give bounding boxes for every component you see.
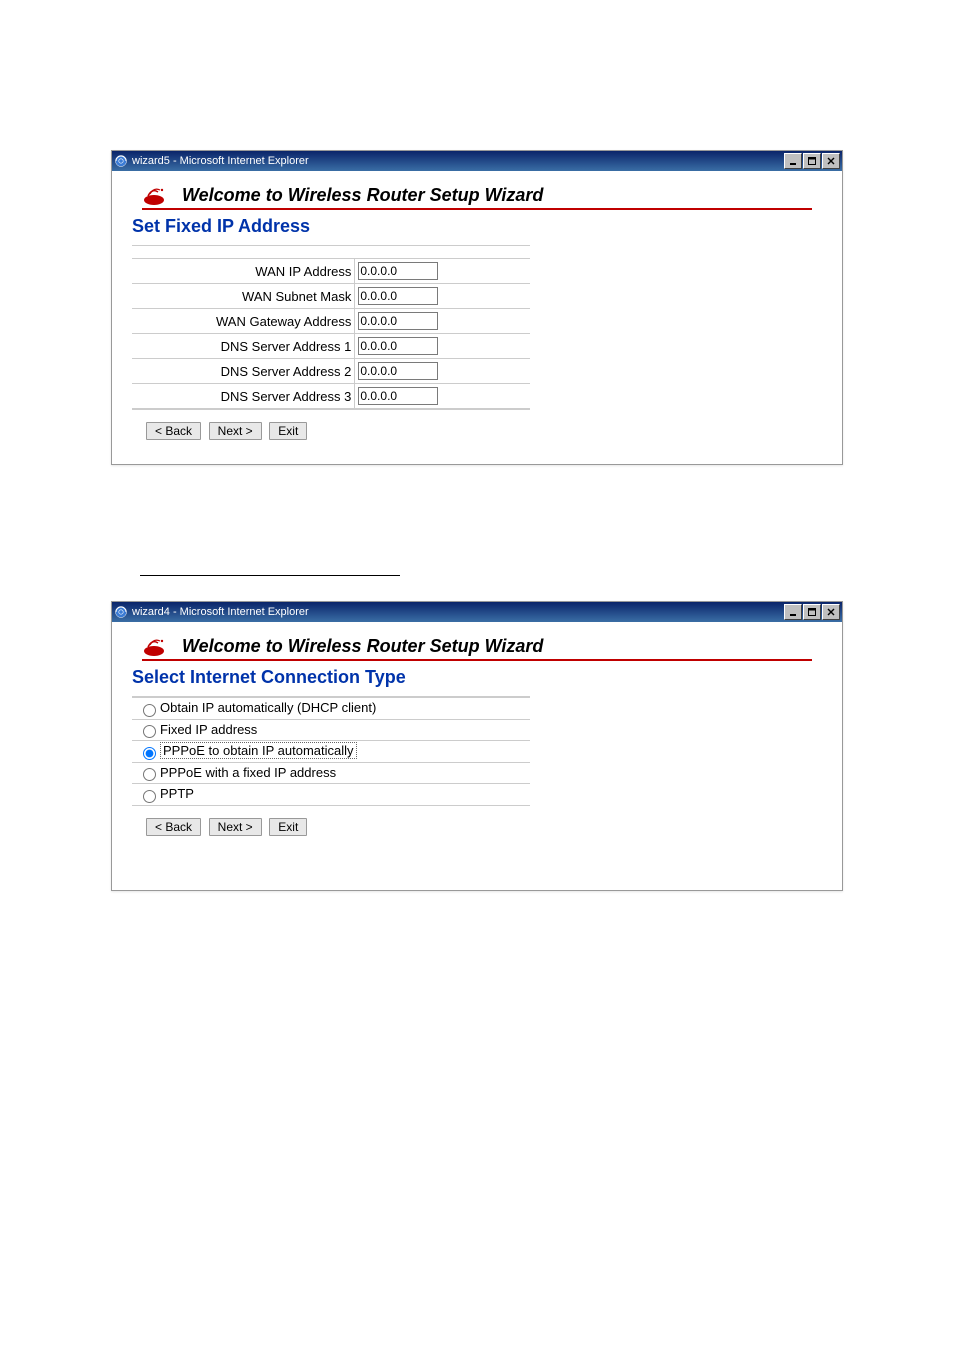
wan-gateway-input[interactable]	[358, 312, 438, 330]
option-pptp[interactable]: PPTP	[132, 784, 530, 806]
button-row: < Back Next > Exit	[132, 806, 530, 840]
close-button[interactable]	[822, 153, 840, 169]
row-dns1: DNS Server Address 1	[132, 334, 530, 359]
connection-type-form: Obtain IP automatically (DHCP client) Fi…	[132, 696, 530, 840]
page-divider	[140, 575, 400, 576]
button-row: < Back Next > Exit	[132, 409, 530, 444]
radio-fixed-ip[interactable]	[143, 725, 156, 738]
window-controls	[784, 604, 840, 620]
wizard-title: Welcome to Wireless Router Setup Wizard	[182, 185, 543, 206]
row-dns3: DNS Server Address 3	[132, 384, 530, 409]
section-title: Select Internet Connection Type	[122, 665, 832, 696]
titlebar: wizard4 - Microsoft Internet Explorer	[112, 602, 842, 622]
label-dns3: DNS Server Address 3	[132, 384, 355, 409]
option-fixed-ip[interactable]: Fixed IP address	[132, 719, 530, 741]
option-label: PPPoE with a fixed IP address	[160, 765, 336, 780]
radio-pppoe-fixed[interactable]	[143, 768, 156, 781]
dns2-input[interactable]	[358, 362, 438, 380]
exit-button[interactable]: Exit	[269, 818, 307, 836]
back-button[interactable]: < Back	[146, 818, 201, 836]
option-dhcp[interactable]: Obtain IP automatically (DHCP client)	[132, 698, 530, 720]
option-pppoe-fixed[interactable]: PPPoE with a fixed IP address	[132, 762, 530, 784]
next-button[interactable]: Next >	[209, 422, 262, 440]
router-logo-icon	[142, 637, 176, 657]
fixed-ip-form: WAN IP Address WAN Subnet Mask WAN Gatew…	[132, 245, 530, 444]
option-pppoe-auto[interactable]: PPPoE to obtain IP automatically	[132, 741, 530, 763]
option-label: PPTP	[160, 786, 194, 801]
wan-subnet-input[interactable]	[358, 287, 438, 305]
radio-pppoe-auto[interactable]	[143, 747, 156, 760]
wan-ip-input[interactable]	[358, 262, 438, 280]
label-dns2: DNS Server Address 2	[132, 359, 355, 384]
wizard5-window: wizard5 - Microsoft Internet Explorer We…	[111, 150, 843, 465]
dns3-input[interactable]	[358, 387, 438, 405]
window-controls	[784, 153, 840, 169]
radio-pptp[interactable]	[143, 790, 156, 803]
router-logo-icon	[142, 186, 176, 206]
wizard-header: Welcome to Wireless Router Setup Wizard	[122, 181, 832, 208]
wizard-content: Welcome to Wireless Router Setup Wizard …	[112, 171, 842, 464]
label-wan-subnet: WAN Subnet Mask	[132, 284, 355, 309]
row-wan-ip: WAN IP Address	[132, 259, 530, 284]
label-wan-ip: WAN IP Address	[132, 259, 355, 284]
option-label: PPPoE to obtain IP automatically	[160, 742, 357, 759]
option-label: Fixed IP address	[160, 722, 257, 737]
minimize-button[interactable]	[784, 153, 802, 169]
back-button[interactable]: < Back	[146, 422, 201, 440]
next-button[interactable]: Next >	[209, 818, 262, 836]
maximize-button[interactable]	[803, 604, 821, 620]
header-divider	[142, 659, 812, 661]
ie-icon	[114, 605, 128, 619]
exit-button[interactable]: Exit	[269, 422, 307, 440]
wizard-content: Welcome to Wireless Router Setup Wizard …	[112, 622, 842, 860]
ie-icon	[114, 154, 128, 168]
row-wan-gateway: WAN Gateway Address	[132, 309, 530, 334]
minimize-button[interactable]	[784, 604, 802, 620]
titlebar: wizard5 - Microsoft Internet Explorer	[112, 151, 842, 171]
window-title: wizard5 - Microsoft Internet Explorer	[132, 155, 784, 167]
row-dns2: DNS Server Address 2	[132, 359, 530, 384]
label-wan-gateway: WAN Gateway Address	[132, 309, 355, 334]
wizard-header: Welcome to Wireless Router Setup Wizard	[122, 632, 832, 659]
radio-dhcp[interactable]	[143, 704, 156, 717]
dns1-input[interactable]	[358, 337, 438, 355]
wizard-title: Welcome to Wireless Router Setup Wizard	[182, 636, 543, 657]
row-wan-subnet: WAN Subnet Mask	[132, 284, 530, 309]
maximize-button[interactable]	[803, 153, 821, 169]
section-title: Set Fixed IP Address	[122, 214, 832, 245]
label-dns1: DNS Server Address 1	[132, 334, 355, 359]
wizard4-window: wizard4 - Microsoft Internet Explorer We…	[111, 601, 843, 891]
option-label: Obtain IP automatically (DHCP client)	[160, 700, 376, 715]
window-title: wizard4 - Microsoft Internet Explorer	[132, 606, 784, 618]
close-button[interactable]	[822, 604, 840, 620]
header-divider	[142, 208, 812, 210]
